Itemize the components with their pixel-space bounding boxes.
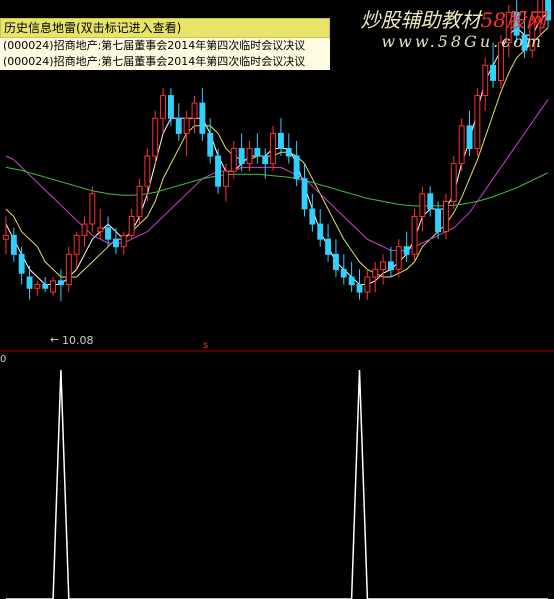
candle xyxy=(3,216,9,255)
candle xyxy=(42,276,49,293)
candle xyxy=(89,186,96,232)
candle xyxy=(411,208,418,262)
candle xyxy=(175,103,182,141)
candle xyxy=(65,246,72,293)
candle xyxy=(482,57,489,111)
candle xyxy=(278,118,284,157)
candle xyxy=(168,88,174,126)
candle xyxy=(545,0,551,28)
sub-chart-zero-label: 0 xyxy=(0,354,7,365)
candle xyxy=(160,88,167,134)
candle xyxy=(450,156,457,209)
candle xyxy=(207,118,214,164)
candle xyxy=(333,239,339,277)
candle xyxy=(356,269,363,300)
candle xyxy=(458,118,465,172)
candle xyxy=(309,193,316,232)
candle xyxy=(340,254,347,285)
candle xyxy=(380,254,387,285)
signal-indicator-layer xyxy=(5,369,549,599)
candle xyxy=(474,88,481,157)
candle xyxy=(395,239,402,277)
watermark-accent: 58股网 xyxy=(480,8,546,32)
candle xyxy=(58,269,64,302)
candle xyxy=(262,148,269,179)
info-mine-item[interactable]: (000024)招商地产:第七届董事会2014年第四次临时会议决议 xyxy=(0,54,330,70)
low-price-label: 10.08 xyxy=(62,334,94,347)
watermark-text: 炒股辅助教材 xyxy=(360,8,481,32)
candle xyxy=(136,178,143,225)
candle xyxy=(325,224,332,262)
info-mine-title[interactable]: 历史信息地雷(双击标记进入查看) xyxy=(0,18,330,38)
candle xyxy=(270,125,277,172)
kline-chart xyxy=(0,0,554,599)
candle xyxy=(10,227,17,262)
candle xyxy=(246,140,253,172)
candle xyxy=(285,133,292,164)
low-price-arrow: ← xyxy=(50,333,60,346)
candle xyxy=(301,163,308,217)
candle xyxy=(427,186,434,217)
candle xyxy=(81,216,88,247)
candle xyxy=(152,110,159,164)
signal-line xyxy=(5,369,549,599)
candle xyxy=(223,163,229,202)
moving-average-line-4 xyxy=(5,166,549,207)
candle xyxy=(113,227,119,255)
candle xyxy=(97,208,104,240)
candle xyxy=(317,208,324,247)
candle xyxy=(372,261,379,293)
candle xyxy=(128,208,135,240)
info-mine-panel[interactable]: 历史信息地雷(双击标记进入查看) (000024)招商地产:第七届董事会2014… xyxy=(0,18,330,70)
info-mine-item[interactable]: (000024)招商地产:第七届董事会2014年第四次临时会议决议 xyxy=(0,38,330,54)
candle xyxy=(466,110,473,157)
candle xyxy=(50,276,56,296)
candle xyxy=(215,148,222,194)
separator-marker: s xyxy=(203,340,209,351)
candle xyxy=(348,261,355,293)
candle xyxy=(254,133,261,164)
candle xyxy=(183,110,190,157)
candle xyxy=(388,246,394,277)
candle xyxy=(73,231,80,270)
candle xyxy=(364,269,371,300)
candle xyxy=(403,231,410,262)
candle xyxy=(18,246,25,285)
candle xyxy=(120,231,127,255)
candle xyxy=(199,88,206,141)
watermark-url: www.58Gu.com xyxy=(381,32,544,51)
candle xyxy=(230,140,237,179)
watermark: 炒股辅助教材58股网 xyxy=(361,4,546,33)
candle xyxy=(419,186,426,232)
candle xyxy=(34,280,41,296)
